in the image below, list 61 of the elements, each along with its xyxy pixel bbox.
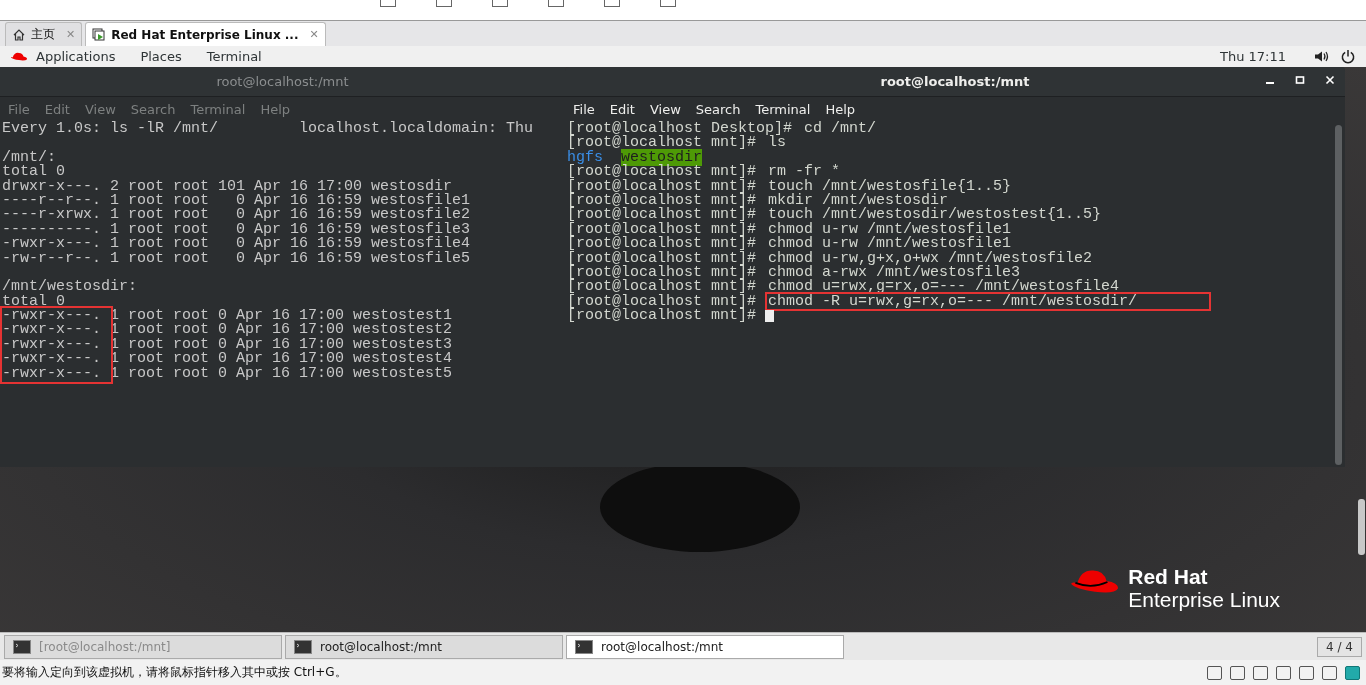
toolbar-icon[interactable]: [604, 0, 620, 7]
close-icon[interactable]: [1325, 75, 1335, 85]
terminal-line: Every 1.0s: ls -lR /mnt/ localhost.localdomain: Thu: [2, 121, 534, 137]
top-bar-menu[interactable]: Terminal: [206, 49, 262, 64]
shell-command: cd /mnt/: [803, 121, 878, 135]
shell-command: ls: [768, 134, 787, 149]
shell-command: rm -fr *: [767, 163, 841, 178]
terminal-line: -rw-r--r--. 1 root root 0 Apr 16 16:59 westosfile5: [2, 249, 471, 267]
shell-command: touch /mnt/westosdir/westostest{1..5}: [767, 206, 1103, 221]
browser-tab[interactable]: Red Hat Enterprise Linux ... ✕: [85, 22, 326, 46]
toolbar-icon[interactable]: [492, 0, 508, 7]
vm-icon: [92, 27, 107, 42]
power-icon[interactable]: [1340, 49, 1356, 64]
device-icon[interactable]: [1276, 665, 1291, 680]
terminal-line: total 0: [2, 292, 65, 310]
taskbar-item[interactable]: root@localhost:/mnt: [566, 634, 844, 659]
device-icon[interactable]: [1299, 665, 1314, 680]
taskbar-item[interactable]: root@localhost:/mnt: [285, 634, 563, 659]
clock[interactable]: Thu 17:11: [1220, 49, 1286, 64]
shell-command: mkdir /mnt/westosdir: [767, 191, 949, 207]
terminal-icon: [575, 639, 593, 654]
shell-command: chmod -R u=rwx,g=rx,o=--- /mnt/westosdir/: [765, 291, 1212, 311]
home-icon: [12, 27, 26, 42]
maximize-icon[interactable]: [1295, 75, 1305, 85]
device-icon[interactable]: [1322, 665, 1337, 680]
scrollbar[interactable]: [1335, 125, 1342, 465]
shell-command: chmod u=rwx,g=rx,o=--- /mnt/westosfile4: [767, 278, 1120, 293]
scrollbar[interactable]: [1358, 499, 1365, 555]
device-icon[interactable]: [1253, 665, 1268, 680]
terminal-icon: [13, 639, 31, 654]
browser-tab[interactable]: 主页 ✕: [5, 22, 83, 46]
terminal-icon: [294, 639, 312, 654]
logo-text: Enterprise Linux: [1128, 588, 1280, 612]
toolbar-icon[interactable]: [548, 0, 564, 7]
top-bar-menu[interactable]: Applications: [36, 49, 116, 64]
menu-item[interactable]: Terminal: [755, 101, 811, 117]
menu-item[interactable]: File: [573, 101, 595, 117]
workspace-pager[interactable]: 4 / 4: [1317, 636, 1362, 657]
top-bar-menu[interactable]: Places: [140, 49, 182, 64]
status-message: 要将输入定向到该虚拟机，请将鼠标指针移入其中或按 Ctrl+G。: [2, 664, 347, 681]
hat-icon[interactable]: [10, 51, 28, 62]
menu-item[interactable]: Edit: [609, 101, 635, 117]
toolbar-icon[interactable]: [380, 0, 396, 7]
volume-icon[interactable]: [1314, 49, 1330, 64]
toolbar-icon[interactable]: [436, 0, 452, 7]
window-title: root@localhost:/mnt: [880, 74, 1030, 89]
toolbar-icon[interactable]: [660, 0, 676, 7]
window-title: root@localhost:/mnt: [216, 74, 349, 89]
shell-command: chmod u-rw /mnt/westosfile1: [767, 235, 1012, 250]
logo-text: Red Hat: [1128, 566, 1209, 588]
shell-command: chmod u-rw,g+x,o+wx /mnt/westosfile2: [767, 249, 1094, 264]
device-icon[interactable]: [1345, 665, 1360, 680]
shell-command: touch /mnt/westosfile{1..5}: [767, 177, 1013, 192]
menu-item[interactable]: View: [649, 101, 681, 117]
device-icon[interactable]: [1207, 665, 1222, 680]
menu-item[interactable]: Search: [695, 101, 741, 117]
shell-command: chmod u-rw /mnt/westosfile1: [767, 220, 1012, 236]
tab-close[interactable]: ✕: [309, 28, 319, 41]
device-icon[interactable]: [1230, 665, 1245, 680]
menu-item[interactable]: Help: [825, 101, 856, 117]
shell-prompt: [root@localhost mnt]#: [567, 307, 757, 325]
